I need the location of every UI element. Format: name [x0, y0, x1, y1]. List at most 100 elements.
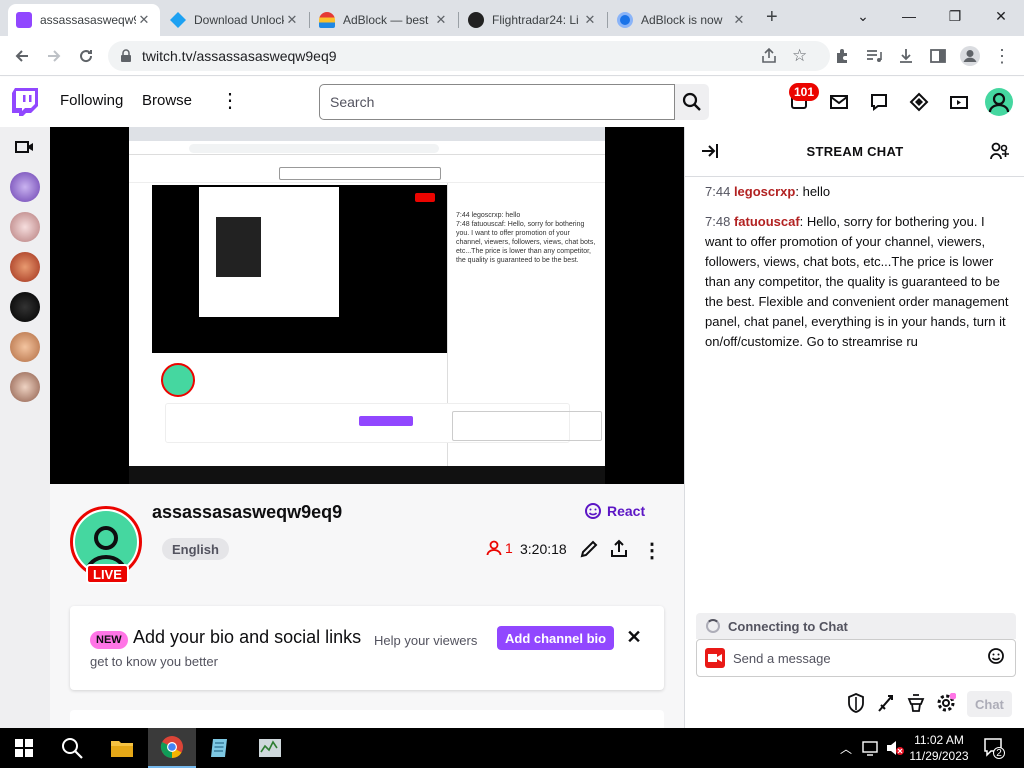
channel-avatar[interactable]: [10, 252, 40, 282]
more-menu-icon[interactable]: ⋮: [220, 88, 240, 113]
bio-prompt-card: NEW Add your bio and social links Help y…: [70, 606, 664, 690]
edit-pencil-icon[interactable]: [579, 539, 599, 564]
browse-link[interactable]: Browse: [142, 92, 192, 109]
connecting-status: Connecting to Chat: [696, 613, 1016, 639]
network-icon[interactable]: [862, 740, 880, 761]
download-icon[interactable]: [894, 44, 918, 68]
search-icon: [682, 92, 701, 111]
video-camera-icon[interactable]: [15, 139, 35, 160]
close-icon[interactable]: ✕: [731, 12, 747, 28]
new-tab-button[interactable]: +: [766, 6, 778, 29]
restore-button[interactable]: ❐: [932, 0, 978, 32]
close-window-button[interactable]: ✕: [978, 0, 1024, 32]
notification-badge: 2: [993, 747, 1005, 759]
bookmark-star-icon[interactable]: ☆: [792, 46, 807, 66]
following-link[interactable]: Following: [60, 92, 123, 109]
rewards-icon[interactable]: [906, 693, 926, 718]
flightradar-icon: [468, 12, 484, 28]
tab-twitch[interactable]: assassasasweqw9eq9 ✕: [8, 4, 160, 36]
language-tag[interactable]: English: [162, 538, 229, 560]
channel-avatar[interactable]: [10, 212, 40, 242]
profile-icon[interactable]: [958, 44, 982, 68]
unlock-icon: [170, 12, 186, 28]
channel-avatar[interactable]: [10, 372, 40, 402]
channel-avatar[interactable]: [10, 292, 40, 322]
video-player[interactable]: 7:44 legoscrxp: hello 7:48 fatuouscaf: He…: [50, 127, 684, 484]
search-icon[interactable]: [48, 728, 96, 768]
tab-search-icon[interactable]: ⌄: [840, 0, 886, 32]
browser-toolbar: twitch.tv/assassasasweqw9eq9 ☆ ⋮: [0, 36, 1024, 76]
reload-icon[interactable]: [74, 44, 98, 68]
notepad-icon[interactable]: [196, 728, 244, 768]
chat-message-text: Hello, sorry for bothering you. I want t…: [705, 214, 1009, 349]
forward-icon[interactable]: [42, 44, 66, 68]
viewer-icon: [486, 540, 502, 556]
shield-icon[interactable]: [847, 693, 865, 718]
side-panel-icon[interactable]: [926, 44, 950, 68]
tab-adblock[interactable]: AdBlock — best ✕: [311, 4, 457, 36]
followed-channels-sidebar: [0, 127, 50, 728]
search-button[interactable]: [675, 84, 709, 120]
channel-avatar[interactable]: [10, 332, 40, 362]
sword-mod-icon[interactable]: [877, 693, 895, 718]
chat-username[interactable]: legoscrxp: [734, 184, 795, 199]
channel-name[interactable]: assassasasweqw9eq9: [152, 502, 342, 523]
emote-picker-icon[interactable]: [987, 647, 1005, 670]
kebab-menu-icon[interactable]: ⋮: [990, 44, 1014, 68]
twitch-top-nav: Following Browse ⋮ Search: [0, 77, 1024, 127]
whispers-icon[interactable]: [867, 90, 891, 114]
task-manager-icon[interactable]: [246, 728, 294, 768]
close-icon[interactable]: ✕: [433, 12, 449, 28]
chat-send-button[interactable]: Chat: [967, 691, 1012, 717]
chat-timestamp: 7:44: [705, 184, 731, 199]
media-queue-icon[interactable]: [862, 44, 886, 68]
tab-adblock-now[interactable]: AdBlock is now ✕: [609, 4, 755, 36]
windows-start-icon[interactable]: [0, 728, 48, 768]
lock-icon[interactable]: [120, 49, 132, 68]
more-options-icon[interactable]: ⋮: [642, 538, 662, 563]
action-center-icon[interactable]: 2: [983, 737, 1005, 762]
inbox-icon[interactable]: [827, 90, 851, 114]
chat-message: 7:48 fatuouscaf: Hello, sorry for bother…: [705, 214, 1009, 349]
stream-video-frame: 7:44 legoscrxp: hello 7:48 fatuouscaf: He…: [129, 127, 605, 484]
extensions-icon[interactable]: [830, 44, 854, 68]
react-smiley-icon: [585, 503, 601, 519]
close-icon[interactable]: ✕: [582, 12, 598, 28]
camera-icon[interactable]: [705, 648, 725, 668]
add-channel-bio-button[interactable]: Add channel bio: [497, 626, 615, 650]
tab-unlock[interactable]: Download Unlock ✕: [162, 4, 308, 36]
share-icon[interactable]: [609, 539, 629, 564]
tab-flightradar[interactable]: Flightradar24: Li ✕: [460, 4, 606, 36]
chat-settings-gear-icon[interactable]: [936, 692, 957, 718]
community-users-icon[interactable]: [990, 142, 1010, 165]
stream-uptime: 3:20:18: [520, 541, 567, 557]
volume-muted-icon[interactable]: [886, 740, 904, 761]
chrome-icon: [617, 12, 633, 28]
channel-avatar[interactable]: [10, 172, 40, 202]
tray-chevron-icon[interactable]: ︿: [840, 740, 852, 757]
minimize-button[interactable]: —: [886, 0, 932, 32]
url-text[interactable]: twitch.tv/assassasasweqw9eq9: [142, 48, 337, 64]
chat-message-input[interactable]: Send a message: [696, 639, 1016, 677]
chat-message: 7:44 legoscrxp: hello: [705, 184, 831, 199]
tab-title: Download Unlock: [194, 13, 284, 27]
bio-card-title: Add your bio and social links: [133, 627, 362, 647]
chrome-taskbar-icon[interactable]: [148, 728, 196, 768]
close-icon[interactable]: ✕: [284, 12, 300, 28]
chat-username[interactable]: fatuouscaf: [734, 214, 800, 229]
share-icon[interactable]: [760, 47, 778, 70]
twitch-logo-icon[interactable]: [12, 88, 38, 121]
react-button[interactable]: React: [584, 502, 645, 520]
file-explorer-icon[interactable]: [98, 728, 146, 768]
bits-icon[interactable]: [947, 90, 971, 114]
back-icon[interactable]: [10, 44, 34, 68]
prime-loot-icon[interactable]: [907, 90, 931, 114]
system-clock[interactable]: 11:02 AM 11/29/2023: [904, 732, 974, 764]
about-card: [70, 710, 664, 730]
search-input[interactable]: Search: [319, 84, 675, 120]
user-avatar-icon[interactable]: [985, 88, 1013, 116]
address-bar[interactable]: twitch.tv/assassasasweqw9eq9 ☆: [108, 41, 830, 71]
close-icon[interactable]: ✕: [136, 12, 152, 28]
tab-title: Flightradar24: Li: [492, 13, 579, 27]
close-icon[interactable]: ✕: [624, 627, 644, 647]
